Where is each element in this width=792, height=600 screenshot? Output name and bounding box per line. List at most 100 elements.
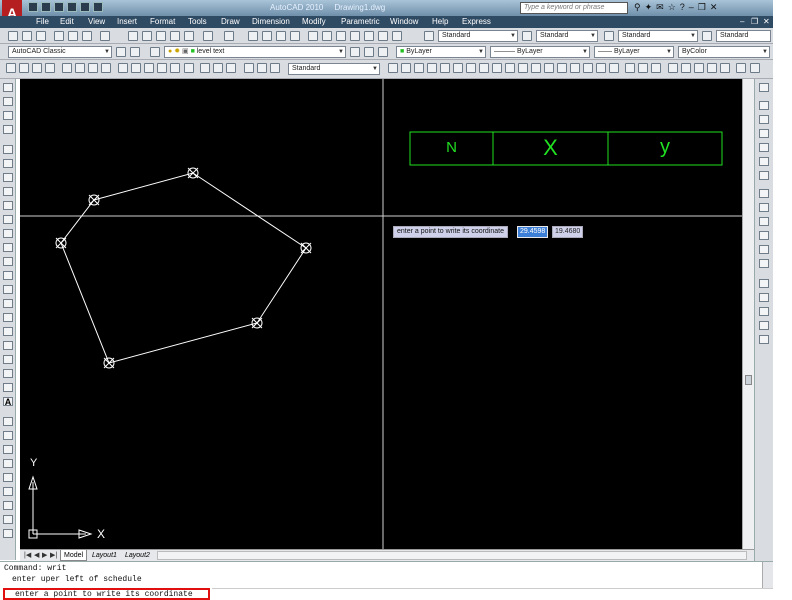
cut-icon[interactable]: [128, 31, 138, 41]
inspection-icon[interactable]: [213, 63, 223, 73]
open-icon[interactable]: [22, 31, 32, 41]
doc-close-icon[interactable]: ✕: [763, 17, 770, 26]
rectangle-icon[interactable]: [3, 201, 13, 210]
menu-help[interactable]: Help: [432, 17, 448, 26]
snap-center-icon[interactable]: [759, 231, 769, 240]
polygon-icon[interactable]: [3, 187, 13, 196]
circle-icon[interactable]: [3, 229, 13, 238]
tab-next-icon[interactable]: ▶: [42, 551, 47, 559]
intersect-icon[interactable]: [596, 63, 606, 73]
menu-modify[interactable]: Modify: [302, 17, 326, 26]
properties-icon[interactable]: [308, 31, 318, 41]
center-mark-icon[interactable]: [200, 63, 210, 73]
text-style-select[interactable]: Standard ▼: [438, 30, 518, 42]
ellipse-icon[interactable]: [3, 271, 13, 280]
search-input[interactable]: Type a keyword or phrase: [520, 2, 628, 14]
menu-window[interactable]: Window: [390, 17, 418, 26]
undo-icon[interactable]: [67, 2, 77, 12]
view-right-icon[interactable]: [759, 129, 769, 138]
polygon-shape[interactable]: [60, 172, 307, 364]
lineweight-select[interactable]: —— ByLayer ▼: [594, 46, 674, 58]
tab-layout1[interactable]: Layout1: [89, 550, 120, 561]
paste-icon[interactable]: [156, 31, 166, 41]
snap-midpoint-icon[interactable]: [759, 203, 769, 212]
layer-previous-icon[interactable]: [364, 47, 374, 57]
menu-tools[interactable]: Tools: [188, 17, 207, 26]
view-top-icon[interactable]: [759, 83, 769, 92]
qnew-icon[interactable]: [8, 31, 18, 41]
continue-dim-icon[interactable]: [144, 63, 154, 73]
dim-style-select[interactable]: Standard ▼: [536, 30, 598, 42]
insert-block-icon[interactable]: [3, 299, 13, 308]
subtract-icon[interactable]: [583, 63, 593, 73]
conceptual-style-icon[interactable]: [720, 63, 730, 73]
pan-realtime-icon[interactable]: [759, 279, 769, 288]
multileader-style-select[interactable]: Standard: [716, 30, 771, 42]
tab-model[interactable]: Model: [60, 550, 88, 561]
jogged-linear-icon[interactable]: [226, 63, 236, 73]
scale-icon[interactable]: [3, 515, 13, 524]
save-icon[interactable]: [54, 2, 64, 12]
menu-insert[interactable]: Insert: [117, 17, 137, 26]
3d-dwf-icon[interactable]: [100, 31, 110, 41]
visual-style-icon[interactable]: [668, 63, 678, 73]
dynamic-input-x-field[interactable]: 29.4598: [517, 226, 548, 238]
hatch-icon[interactable]: [3, 341, 13, 350]
layer-icon[interactable]: [3, 83, 13, 92]
dim-text-edit-icon[interactable]: [257, 63, 267, 73]
mirror-icon[interactable]: [3, 445, 13, 454]
baseline-dim-icon[interactable]: [131, 63, 141, 73]
new-file-icon[interactable]: [28, 2, 38, 12]
view-left-icon[interactable]: [759, 115, 769, 124]
jogged-dim-icon[interactable]: [75, 63, 85, 73]
sheet-set-icon[interactable]: [350, 31, 360, 41]
loft-icon[interactable]: [557, 63, 567, 73]
continuous-orbit-icon[interactable]: [651, 63, 661, 73]
zoom-window-right-icon[interactable]: [759, 307, 769, 316]
dim-space-icon[interactable]: [157, 63, 167, 73]
table-icon[interactable]: [3, 383, 13, 392]
stretch-icon[interactable]: [3, 529, 13, 538]
open-file-icon[interactable]: [41, 2, 51, 12]
polyline-icon[interactable]: [401, 63, 411, 73]
offset-icon[interactable]: [3, 459, 13, 468]
layer-properties-icon[interactable]: [150, 47, 160, 57]
markup-icon[interactable]: [364, 31, 374, 41]
menu-express[interactable]: Express: [462, 17, 491, 26]
plot-preview-icon[interactable]: [68, 31, 78, 41]
vertical-scrollbar[interactable]: [742, 79, 754, 549]
zoom-realtime-icon[interactable]: [262, 31, 272, 41]
line-icon[interactable]: [388, 63, 398, 73]
spline-icon[interactable]: [3, 257, 13, 266]
command-input[interactable]: enter a point to write its coordinate: [3, 588, 210, 600]
pyramid-icon[interactable]: [492, 63, 502, 73]
ordinate-dim-icon[interactable]: [45, 63, 55, 73]
close-window-icon[interactable]: ✕: [710, 2, 718, 13]
arc-icon[interactable]: [3, 215, 13, 224]
cone-icon[interactable]: [453, 63, 463, 73]
redo-icon[interactable]: [80, 2, 90, 12]
copy-tool-icon[interactable]: [3, 431, 13, 440]
layer-off-icon[interactable]: [3, 97, 13, 106]
match-properties-icon[interactable]: [170, 31, 180, 41]
construction-line-icon[interactable]: [3, 159, 13, 168]
binoculars-icon[interactable]: ⚲: [634, 2, 641, 13]
snap-tangent-icon[interactable]: [759, 259, 769, 268]
dim-edit-icon[interactable]: [244, 63, 254, 73]
save-icon[interactable]: [36, 31, 46, 41]
angular-dim-icon[interactable]: [101, 63, 111, 73]
layer-isolate-icon[interactable]: [3, 111, 13, 120]
menu-parametric[interactable]: Parametric: [341, 17, 380, 26]
quick-dim-icon[interactable]: [118, 63, 128, 73]
realistic-style-icon[interactable]: [707, 63, 717, 73]
polyline-tool-icon[interactable]: [3, 173, 13, 182]
pan-icon[interactable]: [248, 31, 258, 41]
tab-first-icon[interactable]: |◀: [24, 551, 31, 559]
layer-state-icon[interactable]: [378, 47, 388, 57]
redo-icon[interactable]: [224, 31, 234, 41]
subscription-icon[interactable]: ✦: [645, 2, 653, 13]
vertical-scroll-thumb[interactable]: [745, 375, 752, 385]
rotate-icon[interactable]: [3, 501, 13, 510]
layer-freeze-icon[interactable]: [3, 125, 13, 134]
design-center-icon[interactable]: [322, 31, 332, 41]
